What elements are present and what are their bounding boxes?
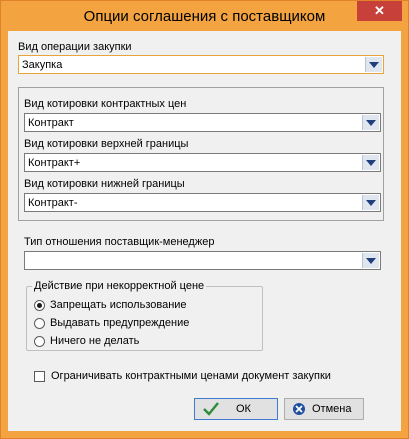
radio-warn[interactable] bbox=[34, 318, 45, 329]
contract-price-label: Вид котировки контрактных цен bbox=[24, 98, 187, 110]
checkmark-icon bbox=[203, 402, 219, 416]
radio-forbid[interactable] bbox=[34, 300, 45, 311]
upper-bound-value: Контракт+ bbox=[28, 157, 81, 169]
ok-label: ОК bbox=[236, 403, 251, 415]
ok-button[interactable]: ОК bbox=[194, 398, 278, 420]
chevron-down-icon bbox=[366, 160, 376, 166]
radio-nothing-label[interactable]: Ничего не делать bbox=[50, 335, 139, 347]
close-button[interactable]: ✕ bbox=[357, 1, 402, 21]
contract-price-select[interactable]: Контракт bbox=[24, 113, 381, 132]
purchase-op-value: Закупка bbox=[22, 59, 63, 71]
chevron-down-icon bbox=[366, 200, 376, 206]
upper-bound-label: Вид котировки верхней границы bbox=[24, 138, 189, 150]
dropdown-button[interactable] bbox=[362, 195, 379, 210]
purchase-op-select[interactable]: Закупка bbox=[18, 55, 384, 74]
lower-bound-label: Вид котировки нижней границы bbox=[24, 178, 185, 190]
dialog-window: Опции соглашения с поставщиком ✕ Вид опе… bbox=[0, 0, 409, 439]
lower-bound-value: Контракт- bbox=[28, 197, 78, 209]
purchase-op-label: Вид операции закупки bbox=[18, 41, 132, 53]
dropdown-button[interactable] bbox=[362, 155, 379, 170]
dialog-body: Вид операции закупки Закупка Вид котиров… bbox=[8, 31, 401, 431]
dropdown-button[interactable] bbox=[365, 57, 382, 72]
upper-bound-select[interactable]: Контракт+ bbox=[24, 153, 381, 172]
close-icon: ✕ bbox=[374, 3, 385, 18]
chevron-down-icon bbox=[366, 120, 376, 126]
title-bar[interactable]: Опции соглашения с поставщиком ✕ bbox=[1, 1, 408, 31]
radio-nothing[interactable] bbox=[34, 336, 45, 347]
incorrect-price-legend: Действие при некорректной цене bbox=[32, 280, 207, 292]
relation-label: Тип отношения поставщик-менеджер bbox=[24, 236, 215, 248]
dropdown-button[interactable] bbox=[362, 115, 379, 130]
cancel-label: Отмена bbox=[312, 403, 352, 415]
window-title: Опции соглашения с поставщиком bbox=[83, 8, 326, 25]
dropdown-button[interactable] bbox=[362, 253, 379, 268]
restrict-checkbox[interactable] bbox=[34, 371, 45, 382]
radio-warn-label[interactable]: Выдавать предупреждение bbox=[50, 317, 189, 329]
restrict-label[interactable]: Ограничивать контрактными ценами докумен… bbox=[51, 370, 331, 382]
radio-forbid-label[interactable]: Запрещать использование bbox=[50, 299, 187, 311]
chevron-down-icon bbox=[366, 258, 376, 264]
relation-select[interactable] bbox=[24, 251, 381, 270]
lower-bound-select[interactable]: Контракт- bbox=[24, 193, 381, 212]
cancel-icon bbox=[293, 403, 305, 415]
radio-selected-dot bbox=[37, 303, 42, 308]
cancel-button[interactable]: Отмена bbox=[284, 398, 364, 420]
contract-price-value: Контракт bbox=[28, 117, 74, 129]
chevron-down-icon bbox=[369, 62, 379, 68]
